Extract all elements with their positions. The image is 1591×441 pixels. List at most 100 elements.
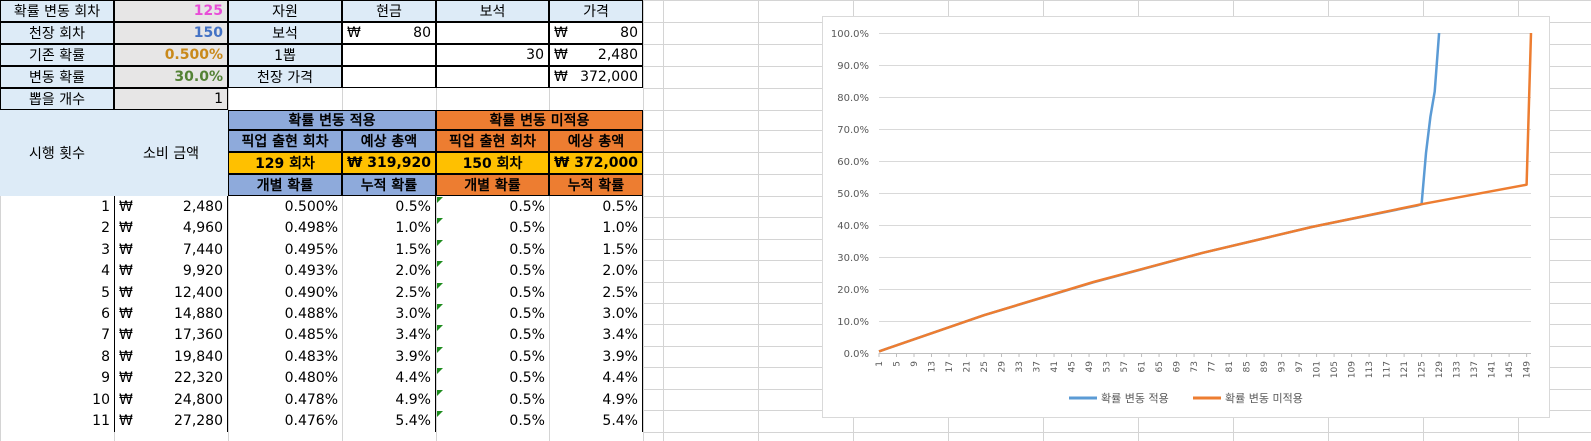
applied-title[interactable]: 확률 변동 적용 [228, 110, 436, 130]
spent-amount[interactable]: ₩19,840 [114, 346, 228, 367]
not-applied-total-label[interactable]: 예상 총액 [549, 130, 643, 152]
not-applied-cumul-prob[interactable]: 2.5% [549, 282, 643, 303]
resource-gem[interactable] [436, 66, 549, 88]
resource-cash[interactable]: ₩80 [342, 22, 436, 44]
trial-number[interactable]: 9 [0, 367, 114, 389]
applied-cumul-prob[interactable]: 3.4% [342, 324, 436, 346]
spent-amount[interactable]: ₩17,360 [114, 324, 228, 346]
applied-total-label[interactable]: 예상 총액 [342, 130, 436, 152]
trial-number[interactable]: 1 [0, 196, 114, 217]
trial-number[interactable]: 3 [0, 239, 114, 260]
applied-cumul-prob[interactable]: 1.0% [342, 217, 436, 239]
not-applied-cumul-prob[interactable]: 2.0% [549, 260, 643, 282]
resource-cash[interactable] [342, 66, 436, 88]
not-applied-cumul-prob[interactable]: 3.4% [549, 324, 643, 346]
probability-chart[interactable]: 0.0% 10.0% 20.0% 30.0% 40.0% 50.0% 60.0% 70.0% 8… [822, 16, 1550, 418]
resource-price[interactable]: ₩80 [549, 22, 643, 44]
applied-pickup-label[interactable]: 픽업 출현 회차 [228, 130, 342, 152]
applied-indiv-prob[interactable]: 0.483% [228, 346, 342, 367]
spent-amount[interactable]: ₩7,440 [114, 239, 228, 260]
not-applied-indiv-prob[interactable]: 0.5% [436, 282, 549, 303]
spreadsheet-grid[interactable]: 확률 변동 회차 125 천장 회차 150 기존 확률 0.500% 변동 확률 30.0%… [0, 0, 1591, 441]
applied-indiv-prob[interactable]: 0.490% [228, 282, 342, 303]
not-applied-pickup-value[interactable]: 150 회차 [436, 152, 549, 174]
not-applied-cumul-prob[interactable]: 0.5% [549, 196, 643, 217]
applied-cumul-prob[interactable]: 2.5% [342, 282, 436, 303]
applied-indiv-prob[interactable]: 0.495% [228, 239, 342, 260]
applied-cumul-prob[interactable]: 4.9% [342, 389, 436, 410]
applied-cumul-label[interactable]: 누적 확률 [342, 174, 436, 196]
not-applied-cumul-prob[interactable]: 1.0% [549, 217, 643, 239]
not-applied-indiv-label[interactable]: 개별 확률 [436, 174, 549, 196]
param-value[interactable]: 150 [114, 22, 228, 44]
resource-gem[interactable] [436, 22, 549, 44]
applied-indiv-prob[interactable]: 0.478% [228, 389, 342, 410]
spent-amount[interactable]: ₩14,880 [114, 303, 228, 324]
applied-indiv-prob[interactable]: 0.488% [228, 303, 342, 324]
not-applied-indiv-prob[interactable]: 0.5% [436, 260, 549, 282]
x-tick-label: 45 [1068, 361, 1078, 372]
trial-number[interactable]: 7 [0, 324, 114, 346]
resource-gem[interactable]: 30 [436, 44, 549, 66]
spent-amount[interactable]: ₩12,400 [114, 282, 228, 303]
param-value[interactable]: 0.500% [114, 44, 228, 66]
not-applied-cumul-prob[interactable]: 3.9% [549, 346, 643, 367]
applied-indiv-prob[interactable]: 0.476% [228, 410, 342, 432]
trial-number[interactable]: 10 [0, 389, 114, 410]
trial-number[interactable]: 2 [0, 217, 114, 239]
not-applied-indiv-prob[interactable]: 0.5% [436, 367, 549, 389]
resource-price[interactable]: ₩372,000 [549, 66, 643, 88]
param-value[interactable]: 30.0% [114, 66, 228, 88]
spent-amount[interactable]: ₩27,280 [114, 410, 228, 432]
not-applied-cumul-prob[interactable]: 4.4% [549, 367, 643, 389]
param-value[interactable]: 125 [114, 0, 228, 22]
applied-indiv-prob[interactable]: 0.493% [228, 260, 342, 282]
trial-number[interactable]: 5 [0, 282, 114, 303]
resource-cash[interactable] [342, 44, 436, 66]
applied-cumul-prob[interactable]: 4.4% [342, 367, 436, 389]
applied-cumul-prob[interactable]: 3.0% [342, 303, 436, 324]
not-applied-indiv-prob[interactable]: 0.5% [436, 196, 549, 217]
trial-number[interactable]: 6 [0, 303, 114, 324]
not-applied-cumul-label[interactable]: 누적 확률 [549, 174, 643, 196]
applied-cumul-prob[interactable]: 1.5% [342, 239, 436, 260]
applied-indiv-prob[interactable]: 0.498% [228, 217, 342, 239]
applied-indiv-prob[interactable]: 0.485% [228, 324, 342, 346]
not-applied-cumul-prob[interactable]: 1.5% [549, 239, 643, 260]
resource-price[interactable]: ₩2,480 [549, 44, 643, 66]
applied-indiv-prob[interactable]: 0.480% [228, 367, 342, 389]
not-applied-indiv-prob[interactable]: 0.5% [436, 346, 549, 367]
spent-amount[interactable]: ₩9,920 [114, 260, 228, 282]
trial-number[interactable]: 11 [0, 410, 114, 432]
applied-cumul-prob[interactable]: 5.4% [342, 410, 436, 432]
applied-cumul-prob[interactable]: 2.0% [342, 260, 436, 282]
not-applied-cumul-prob[interactable]: 5.4% [549, 410, 643, 432]
not-applied-indiv-prob[interactable]: 0.5% [436, 410, 549, 432]
applied-indiv-label[interactable]: 개별 확률 [228, 174, 342, 196]
spent-amount[interactable]: ₩24,800 [114, 389, 228, 410]
not-applied-indiv-prob[interactable]: 0.5% [436, 239, 549, 260]
price-amount: 2,480 [597, 47, 638, 63]
not-applied-pickup-label[interactable]: 픽업 출현 회차 [436, 130, 549, 152]
applied-cumul-prob[interactable]: 0.5% [342, 196, 436, 217]
param-value[interactable]: 1 [114, 88, 228, 110]
spent-amount[interactable]: ₩22,320 [114, 367, 228, 389]
applied-pickup-value[interactable]: 129 회차 [228, 152, 342, 174]
not-applied-indiv-prob[interactable]: 0.5% [436, 324, 549, 346]
col-header-spent[interactable]: 소비 금액 [114, 110, 228, 196]
applied-indiv-prob[interactable]: 0.500% [228, 196, 342, 217]
col-header-trials[interactable]: 시행 횟수 [0, 110, 114, 196]
applied-total-value[interactable]: ₩ 319,920 [342, 152, 436, 174]
not-applied-total-value[interactable]: ₩ 372,000 [549, 152, 643, 174]
applied-cumul-prob[interactable]: 3.9% [342, 346, 436, 367]
trial-number[interactable]: 4 [0, 260, 114, 282]
not-applied-indiv-prob[interactable]: 0.5% [436, 303, 549, 324]
spent-amount[interactable]: ₩2,480 [114, 196, 228, 217]
not-applied-indiv-prob[interactable]: 0.5% [436, 389, 549, 410]
not-applied-indiv-prob[interactable]: 0.5% [436, 217, 549, 239]
not-applied-cumul-prob[interactable]: 3.0% [549, 303, 643, 324]
trial-number[interactable]: 8 [0, 346, 114, 367]
not-applied-cumul-prob[interactable]: 4.9% [549, 389, 643, 410]
spent-amount[interactable]: ₩4,960 [114, 217, 228, 239]
not-applied-title[interactable]: 확률 변동 미적용 [436, 110, 643, 130]
